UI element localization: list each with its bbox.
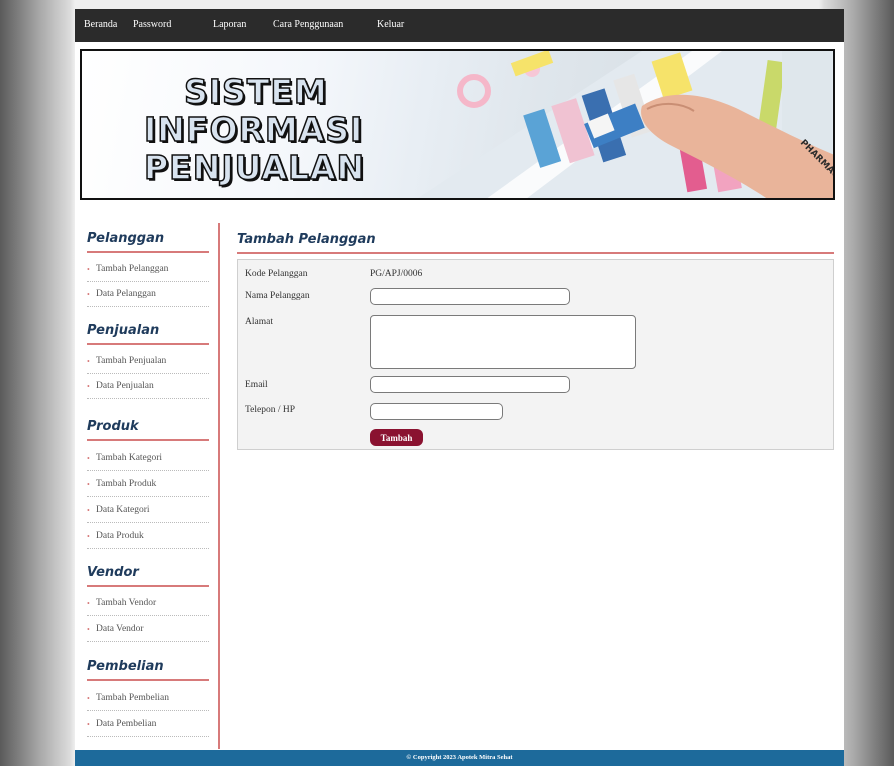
- bullet-icon: •: [87, 382, 90, 391]
- alamat-label: Alamat: [245, 317, 273, 327]
- sidebar-item-tambah-kategori[interactable]: • Tambah Kategori: [87, 449, 209, 471]
- nav-keluar[interactable]: Keluar: [377, 19, 404, 30]
- sidebar-item-label: Data Pembelian: [96, 719, 157, 729]
- nav-laporan[interactable]: Laporan: [213, 19, 246, 30]
- bullet-icon: •: [87, 506, 90, 515]
- bullet-icon: •: [87, 357, 90, 366]
- sidebar-item-tambah-produk[interactable]: • Tambah Produk: [87, 475, 209, 497]
- sidebar-item-label: Tambah Kategori: [96, 453, 163, 463]
- page-title: Tambah Pelanggan: [237, 232, 376, 247]
- sidebar-item-label: Data Penjualan: [96, 381, 154, 391]
- sidebar-heading-pembelian: Pembelian: [87, 659, 164, 674]
- top-navigation: Beranda Password Laporan Cara Penggunaan…: [75, 9, 844, 42]
- banner-title-line-2: INFORMASI: [143, 110, 364, 149]
- sidebar-heading-produk: Produk: [87, 419, 139, 434]
- alamat-textarea[interactable]: [370, 315, 636, 369]
- footer-copyright: © Copyright 2023 Apotek Mitra Sehat: [75, 750, 844, 766]
- sidebar-heading-penjualan: Penjualan: [87, 323, 160, 338]
- telepon-input[interactable]: [370, 403, 503, 420]
- bullet-icon: •: [87, 290, 90, 299]
- sidebar-heading-underline: [87, 439, 209, 441]
- sidebar-heading-vendor: Vendor: [87, 565, 139, 580]
- sidebar-heading-underline: [87, 251, 209, 253]
- banner-title-line-1: SISTEM: [183, 72, 328, 111]
- bullet-icon: •: [87, 625, 90, 634]
- sidebar-item-label: Data Vendor: [96, 624, 144, 634]
- sidebar-heading-underline: [87, 585, 209, 587]
- sidebar-heading-pelanggan: Pelanggan: [87, 231, 165, 246]
- sidebar-item-data-kategori[interactable]: • Data Kategori: [87, 501, 209, 523]
- nav-password[interactable]: Password: [133, 19, 171, 30]
- nama-pelanggan-label: Nama Pelanggan: [245, 291, 310, 301]
- sidebar-item-tambah-pembelian[interactable]: • Tambah Pembelian: [87, 689, 209, 711]
- bullet-icon: •: [87, 480, 90, 489]
- kode-pelanggan-label: Kode Pelanggan: [245, 269, 308, 279]
- sidebar-item-tambah-penjualan[interactable]: • Tambah Penjualan: [87, 352, 209, 374]
- nama-pelanggan-input[interactable]: [370, 288, 570, 305]
- sidebar-item-tambah-pelanggan[interactable]: • Tambah Pelanggan: [87, 260, 209, 282]
- email-input[interactable]: [370, 376, 570, 393]
- sidebar-heading-underline: [87, 343, 209, 345]
- email-label: Email: [245, 380, 268, 390]
- sidebar-item-data-produk[interactable]: • Data Produk: [87, 527, 209, 549]
- sidebar-heading-underline: [87, 679, 209, 681]
- nav-cara-penggunaan[interactable]: Cara Penggunaan: [273, 19, 343, 30]
- sidebar-item-label: Data Pelanggan: [96, 289, 156, 299]
- sidebar-item-data-penjualan[interactable]: • Data Penjualan: [87, 377, 209, 399]
- sidebar-item-label: Tambah Produk: [96, 479, 157, 489]
- add-customer-form: Kode Pelanggan PG/APJ/0006 Nama Pelangga…: [237, 259, 834, 450]
- sidebar-item-data-pembelian[interactable]: • Data Pembelian: [87, 715, 209, 737]
- sidebar-item-data-pelanggan[interactable]: • Data Pelanggan: [87, 285, 209, 307]
- banner-title-line-3: PENJUALAN: [143, 148, 366, 187]
- sidebar-item-label: Data Kategori: [96, 505, 150, 515]
- telepon-label: Telepon / HP: [245, 405, 295, 415]
- sidebar-item-label: Data Produk: [96, 531, 144, 541]
- sidebar-item-tambah-vendor[interactable]: • Tambah Vendor: [87, 594, 209, 616]
- nav-beranda[interactable]: Beranda: [84, 19, 117, 30]
- sidebar-item-label: Tambah Pembelian: [96, 693, 169, 703]
- sidebar-item-label: Tambah Penjualan: [96, 356, 167, 366]
- bullet-icon: •: [87, 265, 90, 274]
- bullet-icon: •: [87, 694, 90, 703]
- kode-pelanggan-value: PG/APJ/0006: [370, 269, 423, 279]
- sidebar-item-data-vendor[interactable]: • Data Vendor: [87, 620, 209, 642]
- bullet-icon: •: [87, 532, 90, 541]
- page-title-underline: [237, 252, 834, 254]
- tambah-button[interactable]: Tambah: [370, 429, 423, 446]
- page-container: Beranda Password Laporan Cara Penggunaan…: [75, 9, 844, 766]
- bullet-icon: •: [87, 599, 90, 608]
- sidebar-divider: [218, 223, 220, 749]
- bullet-icon: •: [87, 720, 90, 729]
- sidebar-item-label: Tambah Pelanggan: [96, 264, 169, 274]
- bullet-icon: •: [87, 454, 90, 463]
- sidebar-item-label: Tambah Vendor: [96, 598, 157, 608]
- header-banner: PHARMACY SISTEM INFORMASI PENJUALAN: [80, 49, 835, 200]
